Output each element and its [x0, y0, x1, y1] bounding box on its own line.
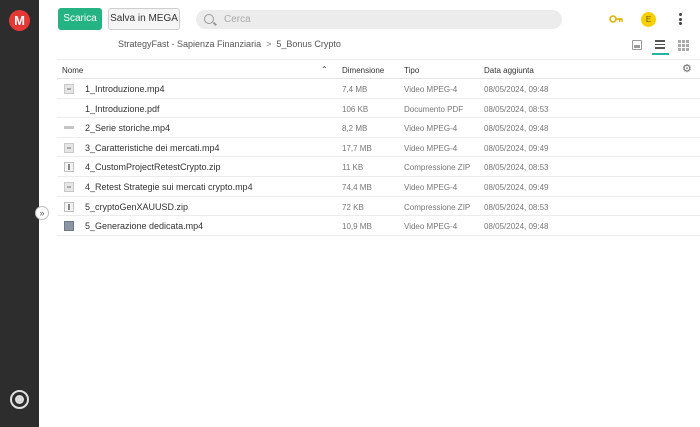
zip-file-icon — [64, 201, 74, 212]
file-date: 08/05/2024, 09:49 — [484, 182, 549, 192]
file-name: 2_Serie storiche.mp4 — [85, 123, 171, 134]
table-row[interactable]: 2_Serie storiche.mp4 8,2 MB Video MPEG-4… — [57, 118, 700, 138]
left-sidebar: M — [0, 0, 39, 427]
file-type: Compressione ZIP — [404, 202, 471, 212]
file-size: 11 KB — [342, 163, 364, 173]
column-settings-gear-icon[interactable]: ⚙ — [682, 64, 693, 75]
file-size: 106 KB — [342, 104, 369, 114]
transfer-dot — [17, 397, 22, 402]
video-file-icon — [64, 181, 74, 192]
file-date: 08/05/2024, 08:53 — [484, 202, 549, 212]
column-header-type[interactable]: Tipo — [404, 66, 419, 75]
file-type: Video MPEG-4 — [404, 124, 458, 134]
file-name: 1_Introduzione.pdf — [85, 103, 160, 114]
breadcrumb-item-current: 5_Bonus Crypto — [276, 39, 341, 49]
file-type: Video MPEG-4 — [404, 143, 458, 153]
table-row[interactable]: 5_Generazione dedicata.mp4 10,9 MB Video… — [57, 216, 700, 236]
search-input[interactable] — [224, 12, 524, 27]
transfer-manager-icon[interactable] — [10, 390, 29, 409]
column-header-name[interactable]: Nome — [62, 66, 83, 75]
file-name: 5_Generazione dedicata.mp4 — [85, 221, 204, 232]
save-to-mega-button[interactable]: Salva in MEGA — [108, 8, 180, 30]
file-date: 08/05/2024, 08:53 — [484, 104, 549, 114]
column-header-date[interactable]: Data aggiunta — [484, 66, 534, 75]
table-row[interactable]: 5_cryptoGenXAUUSD.zip 72 KB Compressione… — [57, 197, 700, 217]
expand-sidebar-chevron-icon[interactable]: » — [35, 206, 49, 220]
file-name: 3_Caratteristiche dei mercati.mp4 — [85, 142, 220, 153]
file-date: 08/05/2024, 09:48 — [484, 85, 549, 94]
file-date: 08/05/2024, 09:48 — [484, 222, 549, 232]
mega-logo-icon[interactable]: M — [9, 10, 30, 31]
search-icon — [204, 14, 214, 24]
file-type: Video MPEG-4 — [404, 222, 458, 232]
file-name: 1_Introduzione.mp4 — [85, 84, 165, 94]
video-file-icon — [64, 221, 74, 232]
active-view-indicator — [652, 53, 669, 55]
column-header-size[interactable]: Dimensione — [342, 66, 384, 75]
table-row[interactable]: 3_Caratteristiche dei mercati.mp4 17,7 M… — [57, 138, 700, 158]
file-type: Documento PDF — [404, 104, 464, 114]
file-type: Video MPEG-4 — [404, 85, 458, 94]
file-type: Compressione ZIP — [404, 163, 471, 173]
file-type: Video MPEG-4 — [404, 182, 458, 192]
file-name: 4_CustomProjectRetestCrypto.zip — [85, 162, 221, 173]
file-name: 4_Retest Strategie sui mercati crypto.mp… — [85, 181, 253, 192]
list-view-icon[interactable] — [655, 40, 665, 50]
thumbnail-view-icon[interactable] — [632, 40, 642, 50]
video-file-icon — [64, 123, 74, 133]
file-size: 8,2 MB — [342, 124, 368, 134]
grid-view-icon[interactable] — [678, 40, 689, 51]
table-row[interactable]: 4_Retest Strategie sui mercati crypto.mp… — [57, 177, 700, 197]
key-icon[interactable] — [609, 14, 623, 24]
breadcrumb-separator: > — [266, 39, 272, 49]
file-name: 5_cryptoGenXAUUSD.zip — [85, 201, 189, 212]
file-list: 1_Introduzione.mp4 7,4 MB Video MPEG-4 0… — [57, 79, 700, 236]
more-options-icon[interactable] — [679, 13, 683, 26]
pdf-file-icon — [64, 103, 74, 114]
video-file-icon — [64, 142, 74, 153]
file-date: 08/05/2024, 09:48 — [484, 124, 549, 134]
table-row[interactable]: 4_CustomProjectRetestCrypto.zip 11 KB Co… — [57, 157, 700, 177]
breadcrumb: StrategyFast - Sapienza Finanziaria >5_Bo… — [118, 39, 341, 49]
table-row[interactable]: 1_Introduzione.mp4 7,4 MB Video MPEG-4 0… — [57, 79, 700, 99]
file-date: 08/05/2024, 08:53 — [484, 163, 549, 173]
file-date: 08/05/2024, 09:49 — [484, 143, 549, 153]
table-header: Nome ⌃ Dimensione Tipo Data aggiunta ⚙ — [57, 59, 700, 79]
zip-file-icon — [64, 162, 74, 173]
file-size: 7,4 MB — [342, 85, 368, 94]
file-size: 10,9 MB — [342, 222, 372, 232]
file-size: 74,4 MB — [342, 182, 372, 192]
file-size: 17,7 MB — [342, 143, 372, 153]
breadcrumb-item-parent[interactable]: StrategyFast - Sapienza Finanziaria — [118, 39, 261, 49]
table-row[interactable]: 1_Introduzione.pdf 106 KB Documento PDF … — [57, 99, 700, 119]
avatar[interactable]: E — [641, 12, 656, 27]
download-button[interactable]: Scarica — [58, 8, 102, 30]
video-file-icon — [64, 84, 74, 94]
file-size: 72 KB — [342, 202, 364, 212]
search-bar[interactable] — [196, 10, 562, 29]
sort-ascending-icon[interactable]: ⌃ — [321, 65, 328, 74]
